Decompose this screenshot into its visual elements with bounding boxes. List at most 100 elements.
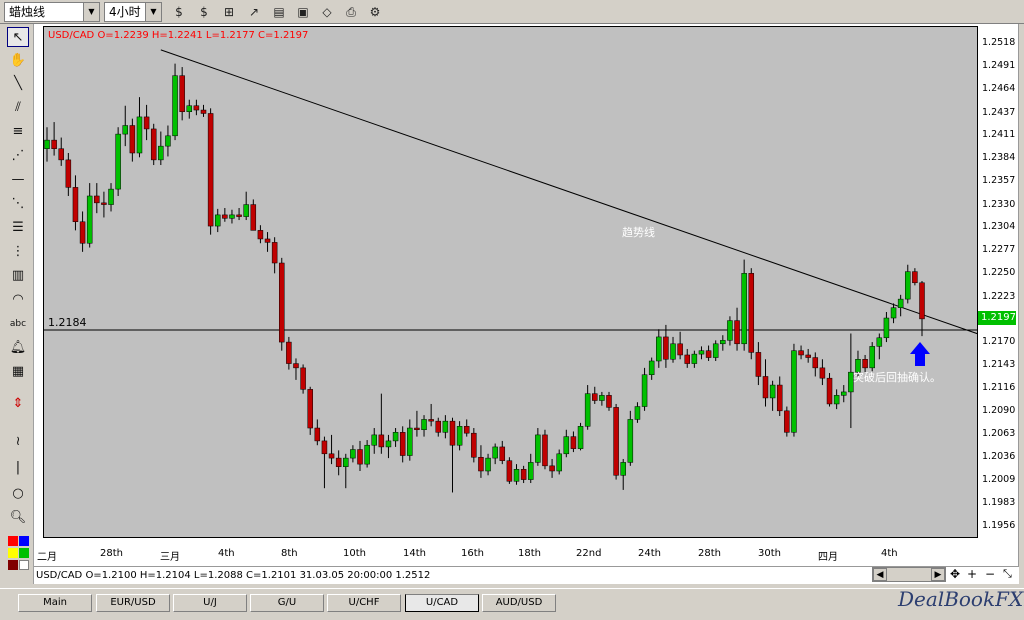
color-swatch-maroon[interactable] xyxy=(8,560,18,570)
candle-body xyxy=(122,125,129,135)
candle-body xyxy=(279,262,285,343)
candle-body xyxy=(463,426,470,434)
chevron-down-icon[interactable]: ▼ xyxy=(145,3,161,21)
horizontal-lines-icon[interactable]: ≡ xyxy=(7,122,29,142)
color-swatch-white[interactable] xyxy=(19,560,29,570)
line-icon[interactable]: ╲ xyxy=(7,74,29,94)
candle-body xyxy=(264,238,271,243)
arc-icon[interactable]: ◠ xyxy=(7,290,29,310)
settings-icon[interactable]: ⚙ xyxy=(366,3,384,21)
tab-g-u[interactable]: G/U xyxy=(250,594,324,612)
candle-body xyxy=(805,354,811,358)
move-icon[interactable]: ✥ xyxy=(950,567,960,581)
tab-aud-usd[interactable]: AUD/USD xyxy=(482,594,556,612)
tab-eur-usd[interactable]: EUR/USD xyxy=(96,594,170,612)
up-down-arrow-icon[interactable]: ⇕ xyxy=(7,394,29,414)
candle-body xyxy=(172,75,178,137)
fibonacci-icon[interactable]: ☰ xyxy=(7,218,29,238)
price-tick: 1.2143 xyxy=(982,359,1016,371)
price-tick: 1.2223 xyxy=(982,290,1016,302)
object-list-icon[interactable]: ▤ xyxy=(270,3,288,21)
candle-body xyxy=(108,188,114,205)
candle-body xyxy=(214,214,221,227)
wave-icon[interactable]: ≀ xyxy=(7,432,29,452)
indicator-icon[interactable]: ⊞ xyxy=(220,3,238,21)
annotation-text: 突破后回抽确认。 xyxy=(853,371,941,384)
circle-icon[interactable]: ○ xyxy=(7,484,29,504)
candle-body xyxy=(691,353,698,364)
color-swatch-blue[interactable] xyxy=(19,536,29,546)
candle-body xyxy=(620,462,626,476)
zoom-in-button[interactable]: + xyxy=(967,567,977,581)
chevron-down-icon[interactable]: ▼ xyxy=(83,3,99,21)
candle-body xyxy=(741,273,747,345)
candle-body xyxy=(150,128,157,161)
candle-body xyxy=(165,135,171,147)
print-icon[interactable]: ⎙ xyxy=(342,3,360,21)
candle-body xyxy=(862,359,868,369)
chart-plot[interactable] xyxy=(43,26,1024,538)
line-study-icon[interactable]: ↗ xyxy=(245,3,263,21)
chart-scrollbar[interactable]: ◀ ▶ xyxy=(872,567,946,582)
candle-body xyxy=(712,343,719,358)
tab-main[interactable]: Main xyxy=(18,594,92,612)
price-tick: 1.2437 xyxy=(982,106,1016,118)
candle-body xyxy=(471,432,477,458)
time-tick: 16th xyxy=(461,548,484,559)
candle-body xyxy=(79,221,86,244)
text-icon[interactable]: abc xyxy=(7,314,29,334)
gann-fan-icon[interactable]: ⋱ xyxy=(7,194,29,214)
open-chart-icon[interactable]: ▣ xyxy=(294,3,312,21)
scroll-right-icon[interactable]: ▶ xyxy=(931,568,945,581)
candle-body xyxy=(236,214,242,217)
currency-settings-icon[interactable]: $ xyxy=(170,3,188,21)
color-swatch-yellow[interactable] xyxy=(8,548,18,558)
price-tick: 1.2063 xyxy=(982,428,1016,440)
cursor-icon[interactable]: ↖ xyxy=(7,27,29,47)
color-swatch-red[interactable] xyxy=(8,536,18,546)
tab-u-chf[interactable]: U/CHF xyxy=(327,594,401,612)
fan-icon[interactable]: ⋰ xyxy=(7,146,29,166)
candle-body xyxy=(378,434,385,448)
candle-body xyxy=(542,434,548,467)
candle-body xyxy=(527,462,534,480)
candle-body xyxy=(364,444,370,465)
top-toolbar: 蜡烛线 ▼ 4小时 ▼ $ $ ⊞ ↗ ▤ ▣ ◇ ⎙ ⚙ xyxy=(0,0,1024,24)
tab-u-j[interactable]: U/J xyxy=(173,594,247,612)
template-select[interactable]: 蜡烛线 ▼ xyxy=(4,2,100,22)
candle-body xyxy=(776,384,783,412)
price-axis[interactable]: 1.2518 1.2491 1.2464 1.2437 1.2411 1.2384 1.23… xyxy=(978,26,1018,538)
alert-bell-icon[interactable]: 🔔︎ xyxy=(7,338,29,358)
price-tick: 1.2250 xyxy=(982,267,1016,279)
currency-chart-icon[interactable]: $ xyxy=(195,3,213,21)
fibonacci-fan-icon[interactable]: ⋮ xyxy=(7,242,29,262)
grid-icon[interactable]: ▥ xyxy=(7,266,29,286)
time-tick: 二月 xyxy=(37,552,57,563)
price-tick: 1.2491 xyxy=(982,60,1016,72)
time-axis[interactable]: 二月 28th 三月 4th 8th 10th 14th 16th 18th 22nd 24th 28… xyxy=(37,544,978,564)
expand-icon[interactable]: ⤡ xyxy=(1003,567,1012,581)
candle-body xyxy=(499,446,506,461)
candle-body xyxy=(257,230,264,240)
candle-body xyxy=(812,357,819,369)
price-tick: 1.2330 xyxy=(982,198,1016,210)
color-swatch-green[interactable] xyxy=(19,548,29,558)
candle-body xyxy=(478,456,484,472)
calculator-icon[interactable]: ▦ xyxy=(7,362,29,382)
candle-body xyxy=(129,125,136,154)
zoom-out-button[interactable]: − xyxy=(985,567,995,581)
vertical-line-icon[interactable]: | xyxy=(7,458,29,478)
candle-body xyxy=(86,195,93,244)
price-tick: 1.2411 xyxy=(982,128,1016,140)
candle-body xyxy=(186,105,193,113)
scroll-left-icon[interactable]: ◀ xyxy=(873,568,887,581)
tab-u-cad[interactable]: U/CAD xyxy=(405,594,479,612)
candle-body xyxy=(570,436,577,449)
candle-body xyxy=(705,350,712,358)
parallel-lines-icon[interactable]: ⫽ xyxy=(7,98,29,118)
horizontal-line-icon[interactable]: — xyxy=(7,170,29,190)
zoom-icon[interactable]: 🔍︎ xyxy=(7,508,29,528)
timeframe-select[interactable]: 4小时 ▼ xyxy=(104,2,162,22)
layout-icon[interactable]: ◇ xyxy=(318,3,336,21)
hand-icon[interactable]: ✋ xyxy=(7,51,29,71)
